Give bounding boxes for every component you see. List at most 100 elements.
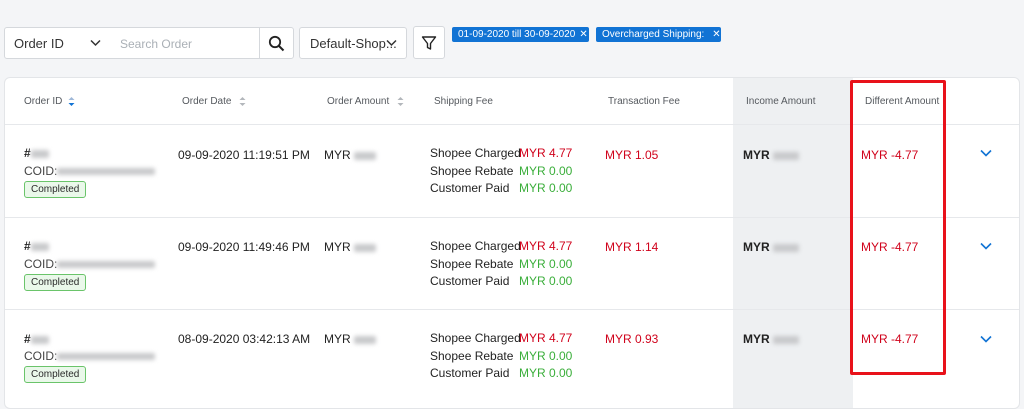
column-header-label: Transaction Fee — [608, 96, 680, 107]
chevron-down-icon[interactable] — [980, 242, 992, 250]
overcharged-shipping-chip[interactable]: Overcharged Shipping: ✕ — [596, 27, 721, 42]
order-amount: MYR — [324, 148, 377, 162]
redacted-amount — [354, 335, 377, 344]
search-order-field[interactable] — [110, 27, 262, 59]
sort-icon[interactable] — [68, 96, 75, 107]
transaction-fee: MYR 0.93 — [605, 332, 659, 346]
search-order-input[interactable] — [118, 29, 262, 59]
order-id-prefix: # — [24, 239, 31, 253]
chevron-down-icon[interactable] — [980, 149, 992, 157]
fee-value: MYR 0.00 — [519, 163, 573, 178]
column-header-label: Income Amount — [746, 96, 816, 107]
fee-label: Shopee Charged — [430, 239, 521, 253]
column-header-label: Order Amount — [327, 96, 390, 107]
sort-icon[interactable] — [397, 96, 404, 107]
income-currency: MYR — [743, 148, 770, 162]
date-range-chip-label: 01-09-2020 till 30-09-2020 — [458, 29, 576, 40]
column-header-transaction-fee: Transaction Fee — [608, 96, 680, 107]
shipping-fee-breakdown: Shopee ChargedMYR 4.77 Shopee Rebate MYR … — [430, 145, 572, 198]
shop-select[interactable]: Default-Shop... — [299, 27, 407, 59]
column-header-shipping-fee: Shipping Fee — [434, 96, 493, 107]
order-id[interactable]: # — [24, 146, 49, 160]
order-amount: MYR — [324, 240, 377, 254]
status-badge: Completed — [24, 181, 87, 198]
income-amount: MYR — [743, 240, 800, 254]
redacted-income — [773, 151, 800, 160]
fee-value: MYR 4.77 — [519, 331, 573, 345]
column-header-label: Shipping Fee — [434, 96, 493, 107]
column-header-income-amount: Income Amount — [746, 96, 815, 107]
fee-label: Customer Paid — [430, 366, 510, 380]
status-badge: Completed — [24, 366, 87, 383]
order-id-prefix: # — [24, 146, 31, 160]
filter-icon — [421, 35, 437, 50]
order-id-prefix: # — [24, 332, 31, 346]
coid: COID: — [24, 257, 156, 271]
shipping-fee-breakdown: Shopee ChargedMYR 4.77 Shopee Rebate MYR … — [430, 238, 572, 291]
order-date: 09-09-2020 11:49:46 PM — [178, 240, 310, 254]
close-icon[interactable]: ✕ — [712, 29, 720, 40]
fee-label: Shopee Rebate — [430, 348, 514, 363]
fee-value: MYR 4.77 — [519, 146, 573, 160]
column-header-order-id[interactable]: Order ID — [24, 96, 75, 107]
income-currency: MYR — [743, 240, 770, 254]
coid-prefix: COID: — [24, 257, 58, 271]
fee-label: Shopee Charged — [430, 146, 521, 160]
status-badge: Completed — [24, 274, 87, 291]
search-button[interactable] — [259, 27, 294, 59]
redacted-order-id — [30, 149, 49, 158]
income-amount: MYR — [743, 332, 800, 346]
income-currency: MYR — [743, 332, 770, 346]
different-amount-highlight — [850, 80, 946, 375]
column-header-label: Order ID — [24, 96, 63, 107]
order-id[interactable]: # — [24, 332, 49, 346]
fee-label: Shopee Charged — [430, 331, 521, 345]
redacted-order-id — [30, 335, 49, 344]
shipping-fee-breakdown: Shopee ChargedMYR 4.77 Shopee Rebate MYR … — [430, 330, 572, 383]
date-range-chip[interactable]: 01-09-2020 till 30-09-2020 ✕ — [452, 27, 589, 42]
order-amount-currency: MYR — [324, 332, 351, 346]
fee-value: MYR 4.77 — [519, 239, 573, 253]
fee-value: MYR 0.00 — [519, 256, 573, 271]
redacted-coid — [57, 168, 156, 176]
order-date: 09-09-2020 11:19:51 PM — [178, 148, 310, 162]
shop-select-value: Default-Shop... — [310, 35, 397, 51]
shipping-fee-line: Shopee Rebate MYR 0.00 — [430, 256, 572, 274]
chevron-down-icon — [386, 39, 397, 47]
shipping-fee-line: Shopee ChargedMYR 4.77 — [430, 238, 572, 256]
column-header-order-date[interactable]: Order Date — [182, 96, 246, 107]
fee-value: MYR 0.00 — [519, 181, 573, 195]
order-field-select[interactable]: Order ID — [4, 27, 111, 59]
transaction-fee: MYR 1.14 — [605, 240, 659, 254]
search-icon — [268, 35, 285, 51]
fee-value: MYR 0.00 — [519, 274, 573, 288]
filter-button[interactable] — [413, 26, 445, 59]
coid: COID: — [24, 349, 156, 363]
shipping-fee-line: Customer Paid MYR 0.00 — [430, 365, 572, 383]
fee-value: MYR 0.00 — [519, 348, 573, 363]
column-header-order-amount[interactable]: Order Amount — [327, 96, 404, 107]
overcharged-shipping-chip-label: Overcharged Shipping: — [602, 29, 705, 40]
fee-label: Shopee Rebate — [430, 163, 514, 178]
shipping-fee-line: Shopee Rebate MYR 0.00 — [430, 163, 572, 181]
order-id[interactable]: # — [24, 239, 49, 253]
redacted-amount — [354, 151, 377, 160]
shipping-fee-line: Shopee ChargedMYR 4.77 — [430, 145, 572, 163]
shipping-fee-line: Shopee Rebate MYR 0.00 — [430, 348, 572, 366]
chevron-down-icon[interactable] — [980, 335, 992, 343]
fee-label: Shopee Rebate — [430, 256, 514, 271]
fee-label: Customer Paid — [430, 274, 510, 288]
redacted-income — [773, 335, 800, 344]
chevron-down-icon — [90, 39, 101, 47]
shipping-fee-line: Shopee ChargedMYR 4.77 — [430, 330, 572, 348]
order-date: 08-09-2020 03:42:13 AM — [178, 332, 311, 346]
fee-value: MYR 0.00 — [519, 366, 573, 380]
transaction-fee: MYR 1.05 — [605, 148, 659, 162]
filter-toolbar: Order ID Default-Shop... 01-09-2020 till… — [0, 0, 1024, 70]
sort-icon[interactable] — [239, 96, 246, 107]
order-amount-currency: MYR — [324, 240, 351, 254]
close-icon[interactable]: ✕ — [579, 29, 587, 40]
shipping-fee-line: Customer Paid MYR 0.00 — [430, 273, 572, 291]
redacted-income — [773, 243, 800, 252]
column-header-label: Order Date — [182, 96, 232, 107]
